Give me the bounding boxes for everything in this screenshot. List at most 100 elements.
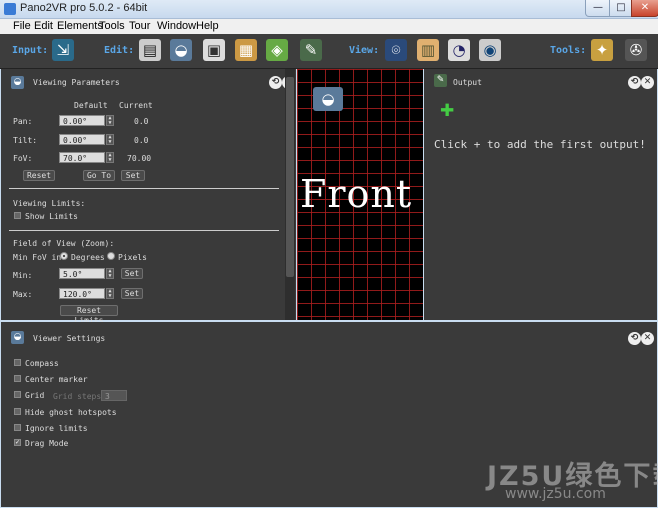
title-bar: Pano2VR pro 5.0.2 - 64bit — □ ✕ [0,0,658,19]
pixels-label: Pixels [118,253,147,262]
film-reel-icon[interactable]: ✇ [625,39,647,61]
close-panel-icon[interactable]: ✕ [641,332,654,345]
close-panel-icon[interactable]: ✕ [641,76,654,89]
reset-button[interactable]: Reset [23,170,55,181]
undock-icon[interactable]: ⟲ [628,76,641,89]
skin-editor-icon[interactable]: ✎ [300,39,322,61]
menu-tools[interactable]: Tools [99,20,125,32]
toolbar-edit-label: Edit: [104,45,135,56]
max-label: Max: [13,290,33,299]
center-marker-checkbox[interactable] [14,375,21,382]
hide-ghost-hotspots-checkbox[interactable] [14,408,21,415]
degrees-radio[interactable] [60,252,68,260]
tilt-default-input[interactable]: 0.00° [59,134,105,145]
menu-help[interactable]: Help [196,20,219,32]
output-title: Output [453,78,482,87]
user-data-icon[interactable]: ▣ [203,39,225,61]
pan-default-input[interactable]: 0.00° [59,115,105,126]
speedometer-icon[interactable]: ◔ [448,39,470,61]
reset-limits-button[interactable]: Reset Limits [60,305,118,325]
scrollbar-thumb[interactable] [286,77,294,277]
star-tool-icon[interactable]: ✦ [591,39,613,61]
app-icon [4,3,16,15]
min-fov-in-label: Min FoV in: [13,253,66,262]
grid-label: Grid [25,391,45,400]
undock-icon[interactable]: ⟲ [628,332,641,345]
output-icon: ✎ [434,74,447,87]
divider [9,188,279,189]
maximize-button[interactable]: □ [609,0,633,17]
fov-default-input[interactable]: 70.0° [59,152,105,163]
viewer-settings-title: Viewer Settings [33,334,106,343]
toolbar-view-label: View: [349,45,380,56]
main-toolbar: Input: ⇲ Edit: ▤ ◒ ▣ ▦ ◈ ✎ View: ⌾ ▥ ◔ ◉… [0,34,658,69]
grid-steps-input[interactable]: 3 [101,390,127,401]
output-hint: Click + to add the first output! [434,138,646,151]
menu-elements[interactable]: Elements [57,20,103,32]
viewing-parameters-title: Viewing Parameters [33,78,120,87]
viewing-parameters-icon: ◒ [313,87,343,111]
pan-label: Pan: [13,117,33,126]
properties-icon[interactable]: ▤ [139,39,161,61]
toolbar-tools-label: Tools: [550,45,587,56]
max-fov-input[interactable]: 120.0° [59,288,105,299]
fov-label: FoV: [13,154,33,163]
viewing-parameters-icon: ◒ [11,76,24,89]
import-panorama-icon[interactable]: ⇲ [52,39,74,61]
eye-icon[interactable]: ◉ [479,39,501,61]
min-set-button[interactable]: Set [121,268,143,279]
go-to-button[interactable]: Go To [83,170,115,181]
menu-edit[interactable]: Edit [34,20,53,32]
pan-stepper[interactable]: ▲ ▼ [106,115,114,126]
center-marker-label: Center marker [25,375,88,384]
menu-tour[interactable]: Tour [129,20,150,32]
toolbar-input-label: Input: [12,45,49,56]
column-default: Default [74,101,108,110]
tilt-current-value: 0.0 [134,136,149,145]
clipboard-icon[interactable]: ▥ [417,39,439,61]
grid-checkbox[interactable] [14,391,21,398]
compass-checkbox[interactable] [14,359,21,366]
column-current: Current [119,101,153,110]
ignore-limits-checkbox[interactable] [14,424,21,431]
fov-stepper[interactable]: ▲ ▼ [106,152,114,163]
drag-mode-checkbox[interactable]: ✓ [14,439,21,446]
field-of-view-label: Field of View (Zoom): [13,239,115,248]
grid-steps-label: Grid steps: [53,392,106,401]
min-label: Min: [13,271,33,280]
min-fov-stepper[interactable]: ▲ ▼ [106,268,114,279]
set-button[interactable]: Set [121,170,145,181]
min-fov-input[interactable]: 5.0° [59,268,105,279]
menu-bar: File Edit Elements Tools Tour Window Hel… [0,19,658,34]
max-fov-stepper[interactable]: ▲ ▼ [106,288,114,299]
max-set-button[interactable]: Set [121,288,143,299]
output-panel [424,69,657,320]
compass-label: Compass [25,359,59,368]
undock-icon[interactable]: ⟲ [269,76,282,89]
show-limits-checkbox[interactable] [14,212,21,219]
ignore-limits-label: Ignore limits [25,424,88,433]
menu-window[interactable]: Window [157,20,196,32]
viewing-limits-label: Viewing Limits: [13,199,86,208]
panel-scrollbar[interactable] [285,69,295,320]
patches-icon[interactable]: ▦ [235,39,257,61]
tilt-stepper[interactable]: ▲ ▼ [106,134,114,145]
viewing-parameters-icon[interactable]: ◒ [170,39,192,61]
cube-face-label: Front [300,172,413,216]
hide-ghost-hotspots-label: Hide ghost hotspots [25,408,117,417]
viewer-settings-icon: ◒ [11,331,24,344]
menu-file[interactable]: File [13,20,31,32]
pixels-radio[interactable] [107,252,115,260]
pan-current-value: 0.0 [134,117,149,126]
show-limits-label: Show Limits [25,212,78,221]
binoculars-icon[interactable]: ⌾ [385,39,407,61]
degrees-label: Degrees [71,253,105,262]
drag-mode-label: Drag Mode [25,439,69,448]
watermark-url: www.jz5u.com [505,486,606,502]
add-output-icon[interactable]: ✚ [440,101,454,121]
close-button[interactable]: ✕ [631,0,658,17]
tilt-label: Tilt: [13,136,38,145]
tour-map-icon[interactable]: ◈ [266,39,288,61]
divider [9,230,279,231]
minimize-button[interactable]: — [585,0,611,17]
